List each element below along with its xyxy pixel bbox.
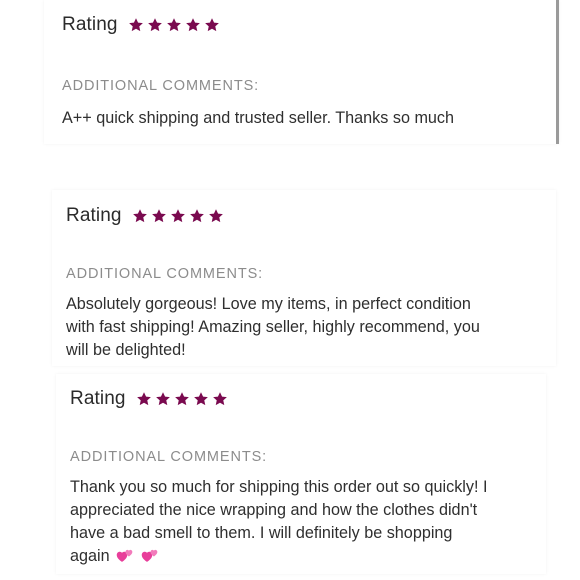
- comment-line-last: again: [70, 545, 487, 570]
- comment-line: have a bad smell to them. I will definit…: [70, 524, 453, 542]
- two-hearts-icon: [114, 547, 159, 570]
- star-rating: [128, 17, 220, 33]
- comment-line: with fast shipping! Amazing seller, high…: [66, 318, 480, 336]
- rating-row: Rating: [66, 205, 224, 227]
- star-icon: [204, 17, 220, 33]
- star-icon: [151, 208, 167, 224]
- rating-label: Rating: [62, 14, 118, 35]
- star-icon: [155, 391, 171, 407]
- comment-line: Thank you so much for shipping this orde…: [70, 478, 488, 496]
- rating-row: Rating: [62, 14, 220, 36]
- star-icon: [128, 17, 144, 33]
- comment-line: again: [70, 547, 110, 565]
- heart-icon: [141, 547, 159, 563]
- comment-line: Absolutely gorgeous! Love my items, in p…: [66, 295, 471, 313]
- star-icon: [193, 391, 209, 407]
- rating-label: Rating: [70, 388, 126, 409]
- additional-comments-label: ADDITIONAL COMMENTS:: [66, 266, 264, 282]
- star-icon: [208, 208, 224, 224]
- star-icon: [174, 391, 190, 407]
- comment-text: Absolutely gorgeous! Love my items, in p…: [66, 293, 480, 362]
- star-rating: [132, 208, 224, 224]
- star-icon: [189, 208, 205, 224]
- heart-icon: [116, 547, 134, 563]
- review-card: Rating ADDITIONAL COMMENTS: Thank you so…: [56, 374, 546, 574]
- additional-comments-label: ADDITIONAL COMMENTS:: [62, 78, 260, 94]
- star-icon: [185, 17, 201, 33]
- star-icon: [170, 208, 186, 224]
- comment-line: will be delighted!: [66, 341, 186, 359]
- comment-text: A++ quick shipping and trusted seller. T…: [62, 109, 455, 127]
- review-card: Rating ADDITIONAL COMMENTS: Absolutely g…: [52, 190, 556, 366]
- additional-comments-label: ADDITIONAL COMMENTS:: [70, 449, 268, 465]
- star-rating: [136, 391, 228, 407]
- star-icon: [212, 391, 228, 407]
- review-card: Rating ADDITIONAL COMMENTS: A++ quick sh…: [44, 0, 559, 144]
- star-icon: [147, 17, 163, 33]
- comment-line: appreciated the nice wrapping and how th…: [70, 501, 478, 519]
- star-icon: [136, 391, 152, 407]
- rating-label: Rating: [66, 205, 122, 226]
- star-icon: [166, 17, 182, 33]
- rating-row: Rating: [70, 388, 228, 410]
- comment-text: Thank you so much for shipping this orde…: [70, 476, 487, 570]
- star-icon: [132, 208, 148, 224]
